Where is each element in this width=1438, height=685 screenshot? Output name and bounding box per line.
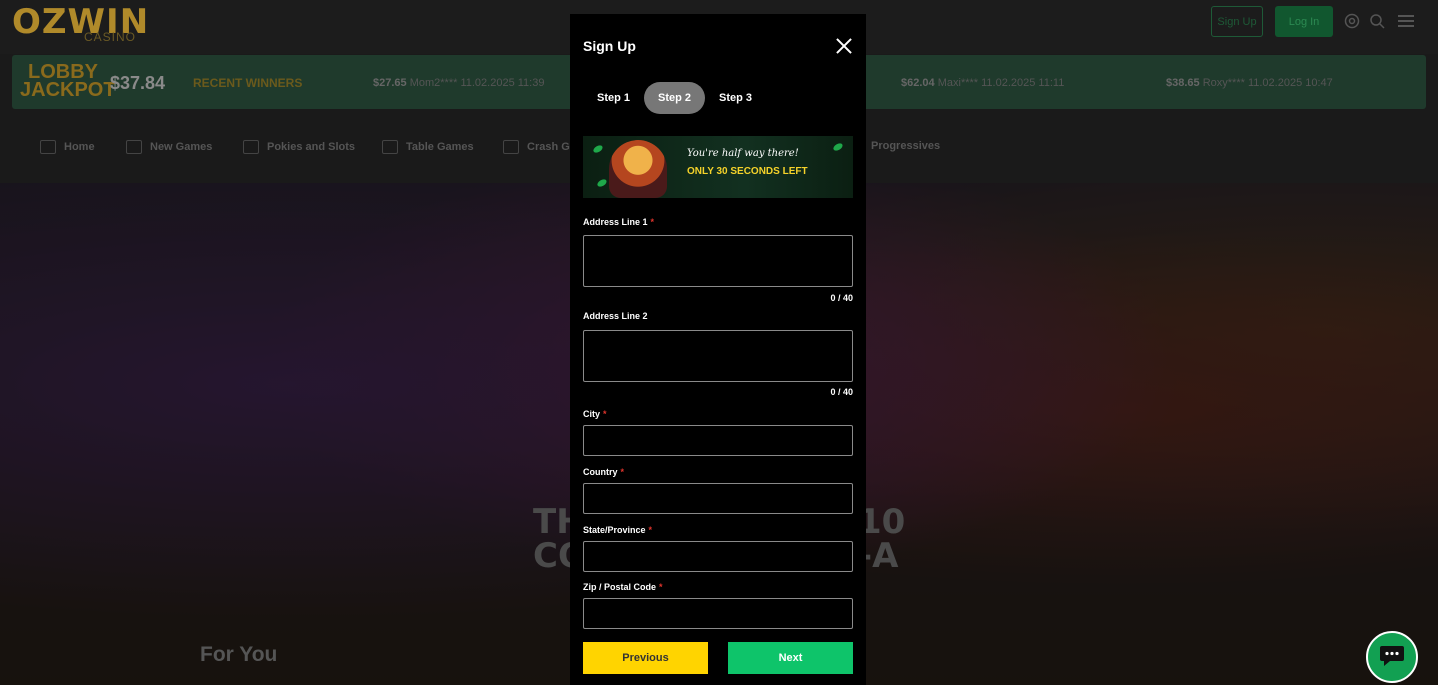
step-tabs: Step 1 Step 2 Step 3 (583, 82, 766, 114)
chat-icon (1379, 643, 1405, 672)
crash-icon (503, 140, 519, 154)
zip-label: Zip / Postal Code * (583, 582, 663, 592)
city-field[interactable] (583, 425, 853, 456)
tab-step-2[interactable]: Step 2 (644, 82, 706, 114)
lobby-jackpot-logo: LOBBY JACKPOT (20, 61, 116, 101)
tab-step-3[interactable]: Step 3 (705, 82, 766, 114)
next-button[interactable]: Next (728, 642, 853, 674)
mascot-image (609, 140, 667, 198)
address2-label: Address Line 2 (583, 311, 648, 321)
nav-item-progressives[interactable]: Progressives (871, 140, 940, 152)
header-login-button[interactable]: Log In (1275, 6, 1333, 37)
country-field[interactable] (583, 483, 853, 514)
nav-item-table-games[interactable]: Table Games (382, 140, 474, 154)
ticker-item: $27.65 Mom2**** 11.02.2025 11:39 (373, 77, 545, 89)
leaf-decoration (592, 143, 604, 155)
state-field[interactable] (583, 541, 853, 572)
site-logo-sub: CASINO (84, 30, 137, 44)
page: OZWIN CASINO Sign Up Log In LOBBY JACKPO… (0, 0, 1438, 685)
nav-item-new-games[interactable]: New Games (126, 140, 212, 154)
zip-field[interactable] (583, 598, 853, 629)
support-icon[interactable] (1343, 12, 1361, 30)
close-icon[interactable] (836, 38, 852, 54)
chat-button[interactable] (1366, 631, 1418, 683)
banner-line-2: ONLY 30 SECONDS LEFT (687, 166, 808, 177)
ticker-item: $38.65 Roxy**** 11.02.2025 10:47 (1166, 77, 1333, 89)
nav-item-pokies[interactable]: Pokies and Slots (243, 140, 355, 154)
country-label: Country * (583, 467, 625, 477)
leaf-decoration (596, 177, 608, 189)
modal-title: Sign Up (583, 38, 636, 54)
home-icon (40, 140, 56, 154)
for-you-heading: For You (200, 643, 278, 666)
header-signup-button[interactable]: Sign Up (1211, 6, 1263, 37)
tab-step-1[interactable]: Step 1 (583, 82, 644, 114)
address1-label: Address Line 1 * (583, 217, 655, 227)
recent-winners-label: RECENT WINNERS (193, 76, 303, 90)
nav-item-crash-games[interactable]: Crash Ga (503, 140, 576, 154)
banner-line-1: You're half way there! (687, 148, 799, 159)
ticker-item: $62.04 Maxi**** 11.02.2025 11:11 (901, 77, 1065, 89)
nav-item-home[interactable]: Home (40, 140, 95, 154)
diamond-icon (126, 140, 142, 154)
leaf-decoration (832, 141, 844, 153)
address1-counter: 0 / 40 (830, 293, 853, 303)
city-label: City * (583, 409, 607, 419)
search-icon[interactable] (1368, 12, 1386, 30)
address2-counter: 0 / 40 (830, 387, 853, 397)
menu-icon[interactable] (1397, 12, 1415, 30)
cards-icon (382, 140, 398, 154)
jackpot-amount: $37.84 (110, 73, 166, 93)
slots-icon (243, 140, 259, 154)
previous-button[interactable]: Previous (583, 642, 708, 674)
address1-field[interactable] (583, 235, 853, 287)
promo-banner: You're half way there! ONLY 30 SECONDS L… (583, 136, 853, 198)
state-label: State/Province * (583, 525, 653, 535)
signup-modal: Sign Up Step 1 Step 2 Step 3 You're half… (570, 14, 866, 685)
address2-field[interactable] (583, 330, 853, 382)
